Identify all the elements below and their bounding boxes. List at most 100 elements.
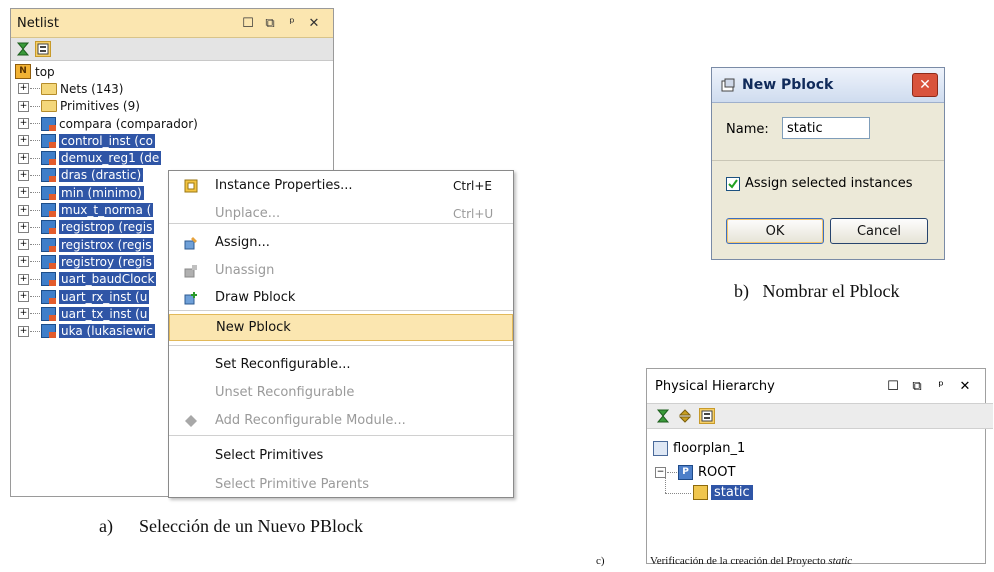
physical-title-bar: Physical Hierarchy ☐ ⧉ ᵖ ✕ [647,369,985,403]
menu-item-instance-properties[interactable]: Instance Properties... Ctrl+E [169,172,513,199]
menu-item-label: Add Reconfigurable Module... [215,413,406,428]
menu-icon-slot [183,357,199,373]
tree-connector [30,88,40,90]
restore-icon[interactable]: ⧉ [259,16,281,31]
expand-icon[interactable]: + [18,169,29,181]
menu-item-assign[interactable]: Assign... [169,229,513,256]
tree-row-label: uart_rx_inst (u [59,289,150,304]
dialog-close-button[interactable]: ✕ [912,73,938,97]
menu-item-new-pblock[interactable]: New Pblock [169,314,513,341]
expand-icon[interactable]: + [18,100,29,112]
menu-item-label: New Pblock [216,320,291,335]
pblock-p-icon: P [678,465,693,480]
collapse-all-icon[interactable] [655,408,671,424]
tree-connector [30,157,40,159]
cancel-button[interactable]: Cancel [830,218,928,244]
caption-c: Verificación de la creación del Proyecto… [650,555,852,567]
tree-row-label: mux_t_norma ( [59,203,154,218]
expand-icon[interactable]: + [18,221,29,233]
tree-row[interactable]: + control_inst (co [11,132,333,149]
floorplan-icon [653,441,668,456]
floorplan-label: floorplan_1 [673,441,746,456]
tree-connector [30,140,40,142]
checkbox-checked-icon[interactable] [726,176,740,191]
expand-icon[interactable]: + [18,152,29,164]
tree-connector [30,174,40,176]
cell-instance-icon [41,272,56,287]
tree-row[interactable]: + Nets (143) [11,80,333,97]
tree-connector-h [665,493,691,494]
menu-icon-slot [183,448,199,464]
static-row[interactable]: static [693,485,753,500]
menu-item-set-reconfigurable[interactable]: Set Reconfigurable... [169,351,513,378]
expand-icon[interactable]: + [18,291,29,302]
menu-icon-slot [184,320,200,336]
tree-root[interactable]: N top [11,63,333,80]
properties-icon [183,178,199,194]
tree-connector [30,261,40,263]
maximize-icon[interactable]: ☐ [881,379,905,394]
assign-checkbox-row[interactable]: Assign selected instances [726,176,913,191]
menu-item-unassign[interactable]: Unassign [169,257,513,284]
show-hierarchy-icon[interactable] [699,408,715,424]
expand-icon[interactable]: + [18,325,29,337]
menu-item-select-primitive-parents[interactable]: Select Primitive Parents [169,471,513,498]
cell-instance-icon [41,237,56,252]
menu-item-add-reconfigurable-module[interactable]: Add Reconfigurable Module... [169,407,513,434]
menu-item-select-primitives[interactable]: Select Primitives [169,442,513,469]
caption-c-letter: c) [596,555,605,567]
cell-instance-icon [41,185,56,200]
floorplan-row[interactable]: floorplan_1 [653,441,745,456]
menu-item-label: Select Primitive Parents [215,477,370,492]
cell-instance-icon [41,203,56,218]
menu-item-label: Unset Reconfigurable [215,385,355,400]
expand-icon[interactable]: + [18,135,29,147]
netlist-title-bar: Netlist ☐ ⧉ ᵖ ✕ [11,9,333,38]
name-label: Name: [726,122,769,137]
tree-row-label: compara (comparador) [59,116,198,131]
add-module-icon [183,413,199,429]
collapse-all-icon[interactable] [15,41,31,57]
menu-separator [169,223,513,224]
expand-icon[interactable]: + [18,256,29,268]
ok-button[interactable]: OK [726,218,824,244]
cell-instance-icon [41,151,56,166]
maximize-icon[interactable]: ☐ [237,16,259,31]
expand-all-icon[interactable] [677,408,693,424]
pin-icon[interactable]: ᵖ [929,379,953,394]
expand-icon[interactable]: + [18,187,29,199]
dialog-divider [712,160,944,161]
pin-icon[interactable]: ᵖ [281,16,303,31]
static-label: static [711,485,753,500]
draw-pblock-icon [183,290,199,306]
expand-icon[interactable]: + [18,118,29,130]
close-icon[interactable]: ✕ [303,16,325,31]
tree-row[interactable]: + compara (comparador) [11,115,333,132]
menu-item-shortcut: Ctrl+E [453,178,492,193]
tree-row-label: uka (lukasiewic [59,324,155,339]
expand-icon[interactable]: + [18,83,29,95]
expand-icon[interactable]: + [18,273,29,285]
restore-icon[interactable]: ⧉ [905,379,929,394]
menu-item-unset-reconfigurable[interactable]: Unset Reconfigurable [169,379,513,406]
menu-item-draw-pblock[interactable]: Draw Pblock [169,284,513,311]
tree-row-label: demux_reg1 (de [59,151,162,166]
show-hierarchy-icon[interactable] [35,41,51,57]
tree-row-label: registrox (regis [59,237,154,252]
tree-row-label: Nets (143) [60,81,124,96]
expand-icon[interactable]: + [18,308,29,320]
tree-row-label: registrop (regis [59,220,155,235]
dialog-title-bar: New Pblock ✕ [712,68,944,103]
expand-icon[interactable]: + [18,204,29,216]
root-row[interactable]: − P ROOT [655,465,735,480]
tree-row[interactable]: + demux_reg1 (de [11,149,333,166]
menu-item-label: Unassign [215,263,275,278]
expand-icon[interactable]: + [18,239,29,251]
menu-item-shortcut: Ctrl+U [453,206,494,221]
close-icon[interactable]: ✕ [953,379,977,394]
caption-a: Selección de un Nuevo PBlock [139,516,363,536]
menu-separator [169,345,513,346]
cell-instance-icon [41,324,56,339]
tree-row[interactable]: + Primitives (9) [11,98,333,115]
pblock-name-input[interactable] [782,117,870,139]
